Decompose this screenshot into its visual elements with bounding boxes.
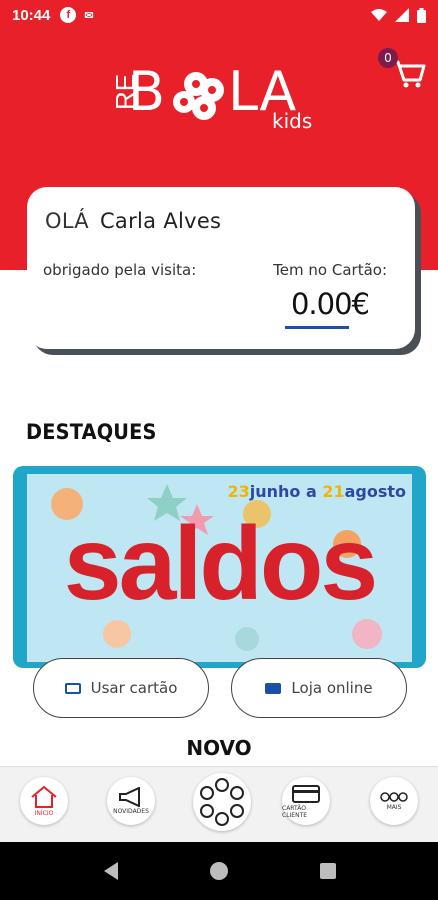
nav-home[interactable]: INÍCIO [20, 777, 68, 825]
card-balance-value: 0.00€ [290, 287, 370, 321]
greeting-label: OLÁ [45, 209, 89, 233]
bottom-navigation: INÍCIO NOVIDADES CARTÃO CLIENTE MAIS [0, 766, 438, 842]
new-section-title: NOVO [186, 736, 252, 760]
credit-card-icon [292, 784, 320, 803]
screen: 10:44 f ✉ RE B LA kids 0 OLÁ Carla Alves… [0, 0, 438, 900]
wifi-icon [371, 9, 387, 21]
use-card-button[interactable]: Usar cartão [33, 658, 209, 718]
nav-client-card-label: CARTÃO CLIENTE [282, 804, 308, 819]
balance-underline [285, 326, 349, 329]
battery-icon [417, 7, 426, 23]
greeting: OLÁ Carla Alves [45, 209, 397, 233]
facebook-notification-icon: f [60, 7, 77, 23]
cart-count-badge: 0 [378, 48, 398, 68]
signal-icon [395, 8, 409, 22]
brand-icon [200, 778, 244, 826]
nav-client-card[interactable]: CARTÃO CLIENTE [282, 777, 330, 825]
svg-text:B: B [128, 60, 165, 123]
nav-home-label: INÍCIO [34, 810, 54, 817]
use-card-label: Usar cartão [90, 679, 178, 697]
megaphone-icon [119, 787, 140, 807]
nav-more[interactable]: MAIS [370, 777, 418, 825]
system-navigation-bar [0, 842, 438, 900]
sale-dates: 23junho a 21agosto [227, 482, 406, 501]
back-icon[interactable] [104, 862, 118, 880]
nav-news-label: NOVIDADES [113, 808, 149, 815]
online-store-button[interactable]: Loja online [231, 658, 407, 718]
account-card: OLÁ Carla Alves obrigado pela visita: Te… [27, 187, 415, 349]
nav-news[interactable]: NOVIDADES [107, 777, 155, 825]
card-icon [64, 682, 81, 694]
home-button-icon[interactable] [210, 862, 228, 880]
thanks-text: obrigado pela visita: [43, 261, 197, 279]
notification-icon: ✉ [84, 9, 94, 22]
nav-brand[interactable] [193, 773, 251, 831]
sale-title: saldos [63, 506, 378, 622]
highlights-title: DESTAQUES [26, 420, 157, 444]
svg-text:kids: kids [272, 109, 312, 130]
cart-button[interactable]: 0 [378, 48, 426, 88]
card-balance-label: Tem no Cartão: [273, 261, 387, 279]
nav-more-label: MAIS [386, 804, 402, 811]
home-icon [31, 785, 57, 808]
status-time: 10:44 [12, 6, 51, 24]
status-bar: 10:44 f ✉ [0, 0, 438, 30]
rebola-kids-logo: RE B LA kids [110, 60, 312, 130]
recent-apps-icon[interactable] [320, 863, 336, 879]
store-icon [265, 682, 282, 694]
online-store-label: Loja online [291, 679, 373, 697]
sale-banner[interactable]: 23junho a 21agosto saldos [13, 466, 426, 668]
more-icon [380, 792, 408, 802]
customer-name: Carla Alves [99, 209, 222, 233]
